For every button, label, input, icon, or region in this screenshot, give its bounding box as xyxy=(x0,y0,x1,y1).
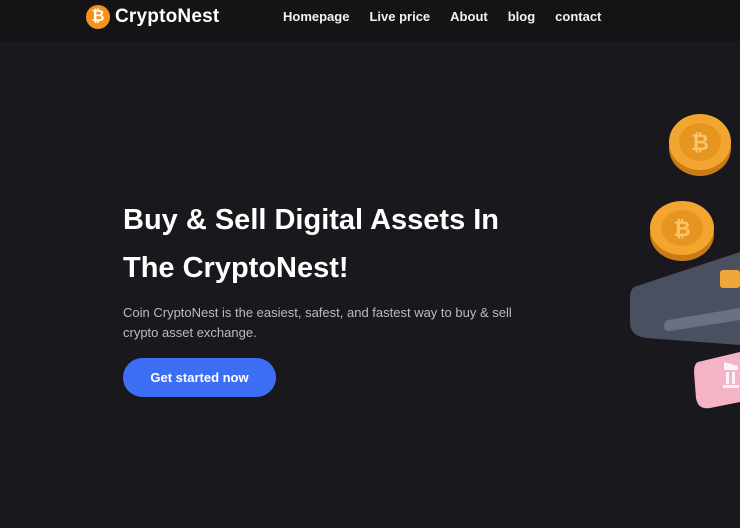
hero-description-line-1: Coin CryptoNest is the easiest, safest, … xyxy=(123,305,512,320)
logo[interactable]: ₿ CryptoNest xyxy=(86,4,219,30)
hero-illustration: ₿ ₿ xyxy=(630,114,740,409)
nav-homepage[interactable]: Homepage xyxy=(283,9,349,24)
brand-name: CryptoNest xyxy=(115,6,220,27)
hero-title-line-1: Buy & Sell Digital Assets In xyxy=(123,204,500,236)
bitcoin-coin-icon: ₿ xyxy=(669,114,731,176)
svg-text:₿: ₿ xyxy=(673,218,690,241)
hero-title-line-2: The CryptoNest! xyxy=(123,252,349,284)
svg-text:₿: ₿ xyxy=(691,130,709,155)
nav-live-price[interactable]: Live price xyxy=(369,9,430,24)
bitcoin-icon: ₿ xyxy=(86,5,110,29)
bitcoin-coin-icon: ₿ xyxy=(650,201,714,261)
hero-description: Coin CryptoNest is the easiest, safest, … xyxy=(123,303,563,343)
credit-card-icon xyxy=(630,252,740,345)
main-nav: Homepage Live price About blog contact xyxy=(283,9,601,24)
get-started-button[interactable]: Get started now xyxy=(123,358,276,397)
bank-icon xyxy=(694,352,740,409)
nav-contact[interactable]: contact xyxy=(555,9,601,24)
nav-about[interactable]: About xyxy=(450,9,488,24)
hero-description-line-2: crypto asset exchange. xyxy=(123,325,257,340)
nav-blog[interactable]: blog xyxy=(508,9,535,24)
top-navbar: ₿ CryptoNest Homepage Live price About b… xyxy=(0,0,740,42)
hero-title: Buy & Sell Digital Assets In The CryptoN… xyxy=(123,196,553,292)
